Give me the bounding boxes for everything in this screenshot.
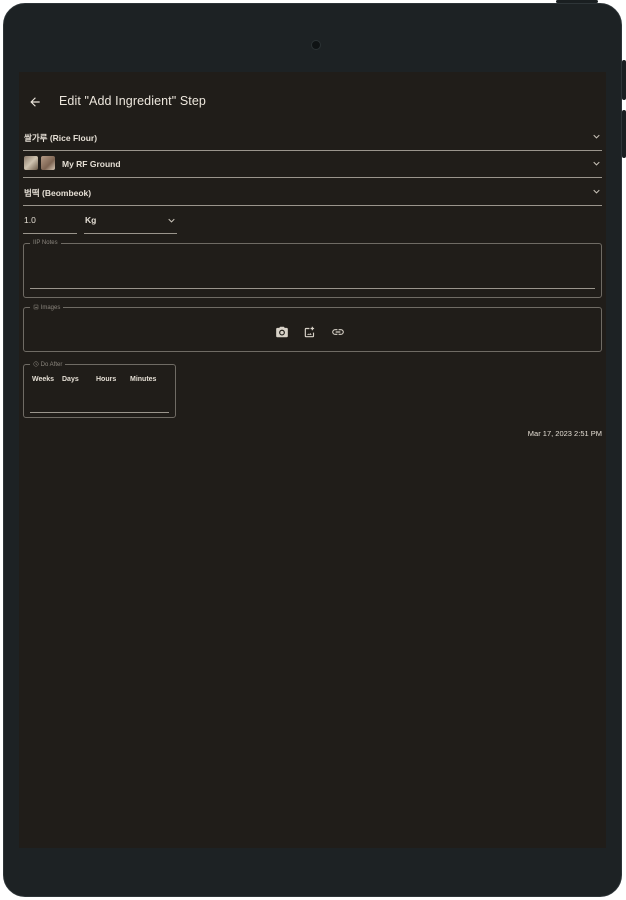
quantity-field[interactable]: 1.0 (23, 211, 77, 234)
image-icon (33, 304, 39, 310)
camera-icon[interactable] (275, 325, 289, 339)
days-header: Days (62, 376, 79, 383)
do-after-legend-label: Do After (40, 362, 63, 368)
chevron-down-icon (593, 161, 600, 166)
add-photo-icon[interactable] (303, 325, 317, 339)
item-thumbnail (41, 156, 55, 170)
clock-icon (33, 361, 39, 367)
chevron-down-icon (168, 218, 175, 223)
ingredient-dropdown[interactable]: 쌀가루 (Rice Flour) (23, 125, 602, 151)
item-thumbnail (24, 156, 38, 170)
app-bar: Edit "Add Ingredient" Step (19, 90, 606, 114)
minutes-header: Minutes (130, 376, 157, 383)
recipe-dropdown[interactable]: 범떡 (Beombeok) (23, 180, 602, 206)
front-camera (311, 40, 321, 50)
weeks-header: Weeks (32, 376, 55, 383)
do-after-legend: Do After (30, 361, 65, 368)
notes-input-line (30, 288, 595, 289)
back-arrow-icon[interactable] (28, 95, 42, 109)
images-section: Images (23, 304, 602, 352)
notes-legend: IIP Notes (33, 240, 58, 246)
side-button-right-1 (622, 60, 626, 100)
do-after-section: Do After Weeks Days Hours Minutes (23, 361, 176, 418)
images-legend-label: Images (40, 305, 61, 311)
do-after-input-line[interactable] (30, 412, 169, 413)
recipe-value: 범떡 (Beombeok) (24, 188, 92, 198)
timestamp: Mar 17, 2023 2:51 PM (527, 429, 602, 438)
item-value: My RF Ground (62, 159, 121, 169)
side-button-right-2 (622, 110, 626, 158)
item-thumbnails (24, 156, 55, 170)
unit-dropdown[interactable]: Kg (84, 211, 177, 234)
app-screen: Edit "Add Ingredient" Step 쌀가루 (Rice Flo… (19, 72, 606, 848)
images-legend: Images (30, 304, 63, 311)
item-dropdown[interactable]: My RF Ground (23, 152, 602, 178)
unit-value: Kg (85, 215, 97, 225)
notes-field[interactable]: IIP Notes (23, 240, 602, 298)
hours-header: Hours (96, 376, 117, 383)
ingredient-value: 쌀가루 (Rice Flour) (24, 133, 98, 143)
side-button-top (556, 0, 598, 3)
link-icon[interactable] (331, 325, 345, 339)
chevron-down-icon (593, 189, 600, 194)
chevron-down-icon (593, 134, 600, 139)
page-title: Edit "Add Ingredient" Step (59, 94, 206, 108)
quantity-value: 1.0 (24, 215, 36, 225)
